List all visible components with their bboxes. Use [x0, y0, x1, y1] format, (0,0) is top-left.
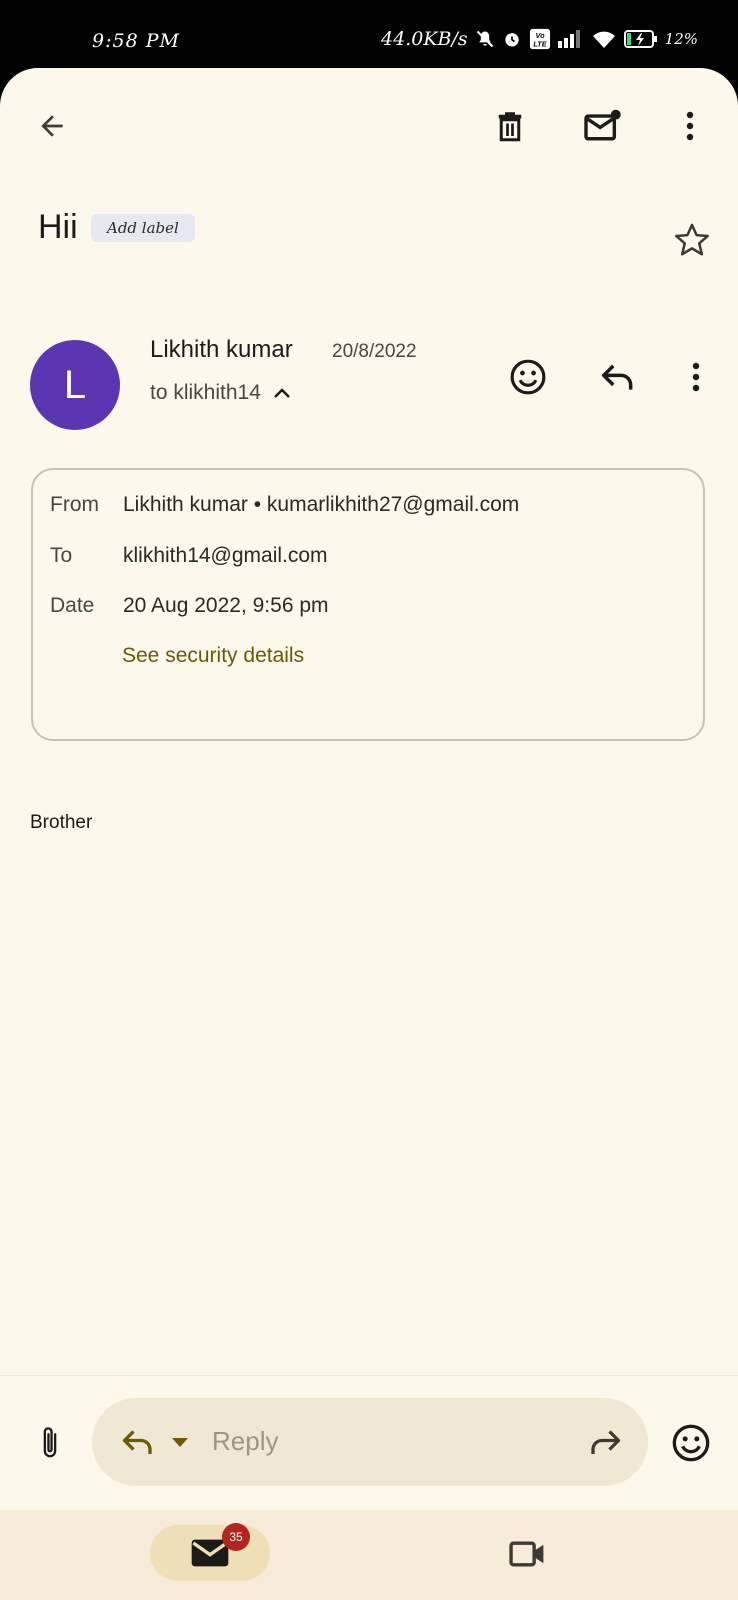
email-date: 20/8/2022: [332, 341, 417, 362]
status-bar: 9:58 PM 44.0KB/s Vo LTE 12%: [0, 0, 738, 68]
to-label: To: [50, 544, 73, 567]
unread-count-badge: 35: [222, 1523, 250, 1551]
forward-button[interactable]: [582, 1420, 628, 1464]
reply-icon: [602, 364, 633, 390]
reply-icon: [122, 1430, 152, 1454]
email-body: Brother: [30, 812, 93, 833]
recipient-text: to klikhith14: [150, 381, 261, 404]
date-value: 20 Aug 2022, 9:56 pm: [123, 594, 329, 617]
message-more-button[interactable]: [676, 354, 716, 400]
signal-icon: [557, 30, 584, 48]
delete-button[interactable]: [488, 104, 532, 148]
details-to-row: To klikhith14@gmail.com: [50, 544, 328, 568]
battery-percent: 12%: [664, 30, 698, 48]
details-from-row: From Likhith kumar • kumarlikhith27@gmai…: [50, 493, 519, 517]
nav-meet-tab[interactable]: [500, 1530, 556, 1578]
more-vert-icon: [692, 362, 700, 392]
from-value: Likhith kumar • kumarlikhith27@gmail.com: [123, 493, 520, 516]
email-screen: Hii Add label L Likhith kumar 20/8/2022 …: [0, 68, 738, 1600]
svg-text:LTE: LTE: [533, 39, 547, 48]
add-label-chip[interactable]: Add label: [91, 214, 195, 242]
reply-bar[interactable]: Reply: [92, 1398, 648, 1486]
reply-button[interactable]: [595, 354, 641, 400]
chevron-up-icon: [274, 388, 290, 398]
smiley-icon: [510, 359, 546, 395]
status-icons: 44.0KB/s Vo LTE 12%: [381, 28, 698, 50]
email-details-card: From Likhith kumar • kumarlikhith27@gmai…: [31, 468, 705, 741]
details-date-row: Date 20 Aug 2022, 9:56 pm: [50, 594, 329, 618]
reply-type-button[interactable]: [114, 1418, 196, 1466]
nav-mail-tab[interactable]: 35: [150, 1523, 270, 1581]
paperclip-icon: [43, 1427, 57, 1458]
star-icon: [675, 223, 709, 256]
arrow-left-icon: [41, 115, 63, 137]
attach-button[interactable]: [30, 1420, 70, 1464]
emoji-button[interactable]: [668, 1420, 714, 1466]
wifi-icon: [591, 29, 617, 49]
email-subject: Hii: [38, 208, 78, 246]
forward-icon: [591, 1430, 621, 1454]
trash-icon: [498, 112, 522, 142]
to-value: klikhith14@gmail.com: [123, 544, 328, 567]
date-label: Date: [50, 594, 95, 617]
reply-placeholder[interactable]: Reply: [212, 1426, 278, 1457]
divider: [0, 1375, 738, 1376]
sender-avatar[interactable]: L: [30, 340, 120, 430]
volte-icon: Vo LTE: [529, 28, 551, 50]
network-speed: 44.0KB/s: [381, 28, 468, 50]
mail-unread-icon: [584, 109, 621, 141]
sender-name: Likhith kumar: [150, 336, 293, 363]
smiley-icon: [672, 1424, 710, 1462]
from-label: From: [50, 493, 99, 516]
back-button[interactable]: [30, 104, 74, 148]
battery-icon: [623, 29, 658, 49]
bottom-navigation: 35: [0, 1510, 738, 1600]
dropdown-arrow-icon: [172, 1438, 188, 1447]
alarm-icon: [502, 29, 522, 49]
status-time: 9:58 PM: [92, 30, 180, 52]
mark-unread-button[interactable]: [580, 104, 626, 148]
recipient-toggle[interactable]: to klikhith14: [150, 381, 291, 405]
video-camera-icon: [509, 1541, 544, 1567]
mute-icon: [475, 29, 495, 49]
more-vert-icon: [686, 111, 694, 141]
more-options-button[interactable]: [670, 104, 710, 148]
react-emoji-button[interactable]: [505, 354, 551, 400]
security-details-link[interactable]: See security details: [122, 644, 304, 668]
star-button[interactable]: [670, 218, 714, 262]
